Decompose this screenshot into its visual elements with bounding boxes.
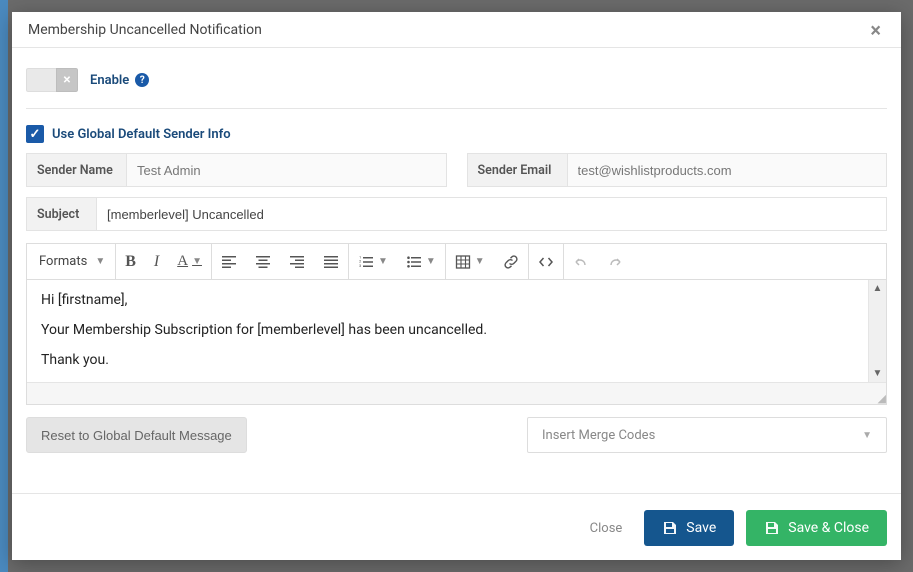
merge-codes-placeholder: Insert Merge Codes — [542, 428, 655, 443]
editor-statusbar: ◢ — [27, 382, 886, 404]
global-sender-label: Use Global Default Sender Info — [52, 127, 231, 142]
editor-content[interactable]: Hi [firstname], Your Membership Subscrip… — [27, 280, 886, 382]
modal-header: Membership Uncancelled Notification × — [12, 12, 901, 48]
save-and-close-button[interactable]: Save & Close — [746, 510, 887, 546]
scroll-up-arrow-icon: ▲ — [873, 280, 883, 297]
source-code-button[interactable] — [529, 244, 563, 279]
enable-toggle[interactable]: × — [26, 68, 78, 92]
align-right-button[interactable] — [280, 244, 314, 279]
align-left-button[interactable] — [212, 244, 246, 279]
redo-button[interactable] — [598, 244, 632, 279]
scroll-down-arrow-icon: ▼ — [873, 365, 883, 382]
modal-title: Membership Uncancelled Notification — [28, 22, 262, 38]
bullet-list-button[interactable]: ▼ — [397, 244, 445, 279]
chevron-down-icon: ▼ — [192, 256, 202, 267]
bold-button[interactable]: B — [116, 244, 145, 279]
rich-text-editor: Formats▼ B I A▼ — [26, 243, 887, 405]
sender-email-label: Sender Email — [468, 154, 568, 186]
modal-footer: Close Save Save & Close — [12, 493, 901, 560]
svg-text:3: 3 — [359, 263, 361, 268]
table-button[interactable]: ▼ — [446, 244, 494, 279]
chevron-down-icon: ▼ — [426, 256, 436, 267]
subject-label: Subject — [27, 198, 97, 230]
underline-button[interactable]: A▼ — [168, 244, 211, 279]
formats-dropdown[interactable]: Formats▼ — [27, 244, 115, 279]
save-icon — [764, 520, 780, 536]
close-button[interactable]: Close — [580, 513, 633, 544]
modal-membership-uncancelled: Membership Uncancelled Notification × × … — [12, 12, 901, 560]
align-center-button[interactable] — [246, 244, 280, 279]
sender-email-input[interactable] — [568, 154, 887, 186]
chevron-down-icon: ▼ — [378, 256, 388, 267]
reset-default-button[interactable]: Reset to Global Default Message — [26, 417, 247, 453]
sender-name-input[interactable] — [127, 154, 446, 186]
global-sender-checkbox[interactable]: ✓ — [26, 125, 44, 143]
chevron-down-icon: ▼ — [475, 256, 485, 267]
body-line: Your Membership Subscription for [member… — [41, 322, 872, 338]
save-icon — [662, 520, 678, 536]
link-button[interactable] — [494, 244, 528, 279]
editor-toolbar: Formats▼ B I A▼ — [27, 244, 886, 280]
resize-handle-icon[interactable]: ◢ — [878, 396, 883, 402]
undo-button[interactable] — [564, 244, 598, 279]
toggle-x-icon: × — [56, 68, 78, 92]
merge-codes-dropdown[interactable]: Insert Merge Codes ▼ — [527, 417, 887, 453]
body-line: Thank you. — [41, 352, 872, 368]
body-line: Hi [firstname], — [41, 292, 872, 308]
save-button[interactable]: Save — [644, 510, 734, 546]
italic-button[interactable]: I — [145, 244, 168, 279]
enable-label: Enable — [90, 73, 129, 88]
chevron-down-icon: ▼ — [862, 430, 872, 441]
numbered-list-button[interactable]: 123 ▼ — [349, 244, 397, 279]
close-icon[interactable]: × — [866, 16, 885, 44]
align-justify-button[interactable] — [314, 244, 348, 279]
chevron-down-icon: ▼ — [95, 256, 105, 267]
help-icon[interactable]: ? — [135, 73, 149, 87]
subject-input[interactable] — [97, 198, 886, 230]
scrollbar[interactable]: ▲ ▼ — [868, 280, 886, 382]
sender-name-label: Sender Name — [27, 154, 127, 186]
